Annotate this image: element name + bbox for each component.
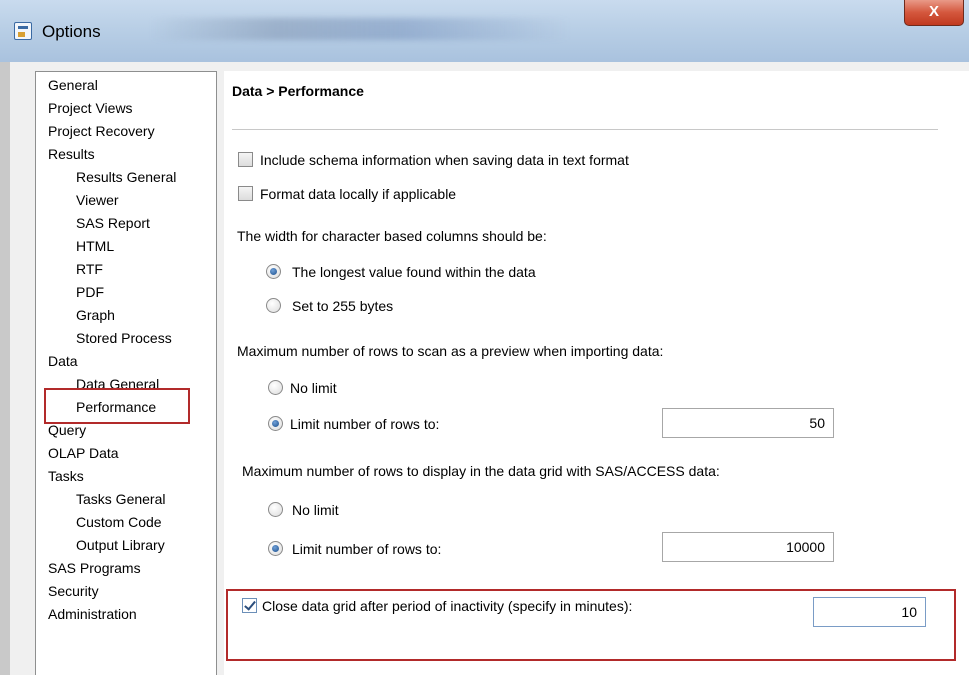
- grid-rows-input[interactable]: 10000: [662, 532, 834, 562]
- preview-no-limit-radio[interactable]: [268, 380, 283, 395]
- nav-item-sas-report[interactable]: SAS Report: [76, 214, 150, 232]
- preview-heading: Maximum number of rows to scan as a prev…: [237, 343, 664, 359]
- nav-item-project-views[interactable]: Project Views: [48, 99, 133, 117]
- width-longest-radio[interactable]: [266, 264, 281, 279]
- performance-highlight-box: [44, 388, 190, 424]
- nav-item-data[interactable]: Data: [48, 352, 78, 370]
- nav-item-pdf[interactable]: PDF: [76, 283, 104, 301]
- title-bar[interactable]: Options X: [0, 0, 969, 62]
- nav-item-tasks[interactable]: Tasks: [48, 467, 84, 485]
- close-grid-minutes-input[interactable]: 10: [813, 597, 926, 627]
- nav-item-tasks-general[interactable]: Tasks General: [76, 490, 165, 508]
- title-divider: [232, 129, 938, 130]
- nav-item-stored-process[interactable]: Stored Process: [76, 329, 172, 347]
- preview-limit-radio[interactable]: [268, 416, 283, 431]
- grid-limit-label: Limit number of rows to:: [292, 541, 442, 557]
- nav-item-results-general[interactable]: Results General: [76, 168, 176, 186]
- nav-item-html[interactable]: HTML: [76, 237, 114, 255]
- width-longest-label: The longest value found within the data: [292, 264, 536, 280]
- nav-item-security[interactable]: Security: [48, 582, 99, 600]
- nav-item-graph[interactable]: Graph: [76, 306, 115, 324]
- preview-limit-label: Limit number of rows to:: [290, 416, 440, 432]
- close-grid-label: Close data grid after period of inactivi…: [262, 598, 633, 614]
- grid-heading: Maximum number of rows to display in the…: [242, 463, 720, 479]
- page-title: Data > Performance: [232, 83, 364, 99]
- format-locally-label: Format data locally if applicable: [260, 186, 457, 202]
- include-schema-label: Include schema information when saving d…: [260, 152, 629, 168]
- close-grid-checkbox[interactable]: [242, 598, 257, 613]
- format-locally-checkbox[interactable]: [238, 186, 253, 201]
- nav-item-administration[interactable]: Administration: [48, 605, 137, 623]
- nav-item-general[interactable]: General: [48, 76, 98, 94]
- left-edge-strip: [0, 62, 10, 675]
- options-app-icon: [14, 22, 32, 40]
- nav-item-rtf[interactable]: RTF: [76, 260, 103, 278]
- grid-no-limit-radio[interactable]: [268, 502, 283, 517]
- title-bar-blur: [150, 18, 570, 40]
- window-title: Options: [42, 22, 101, 41]
- nav-item-custom-code[interactable]: Custom Code: [76, 513, 162, 531]
- width-255-label: Set to 255 bytes: [292, 298, 394, 314]
- grid-limit-radio[interactable]: [268, 541, 283, 556]
- grid-no-limit-label: No limit: [292, 502, 339, 518]
- nav-item-output-library[interactable]: Output Library: [76, 536, 165, 554]
- include-schema-checkbox[interactable]: [238, 152, 253, 167]
- nav-item-olap-data[interactable]: OLAP Data: [48, 444, 119, 462]
- preview-no-limit-label: No limit: [290, 380, 337, 396]
- nav-item-sas-programs[interactable]: SAS Programs: [48, 559, 141, 577]
- nav-item-viewer[interactable]: Viewer: [76, 191, 119, 209]
- nav-item-project-recovery[interactable]: Project Recovery: [48, 122, 155, 140]
- nav-item-results[interactable]: Results: [48, 145, 95, 163]
- close-button[interactable]: X: [904, 0, 964, 26]
- width-heading: The width for character based columns sh…: [237, 228, 547, 244]
- width-255-radio[interactable]: [266, 298, 281, 313]
- preview-rows-input[interactable]: 50: [662, 408, 834, 438]
